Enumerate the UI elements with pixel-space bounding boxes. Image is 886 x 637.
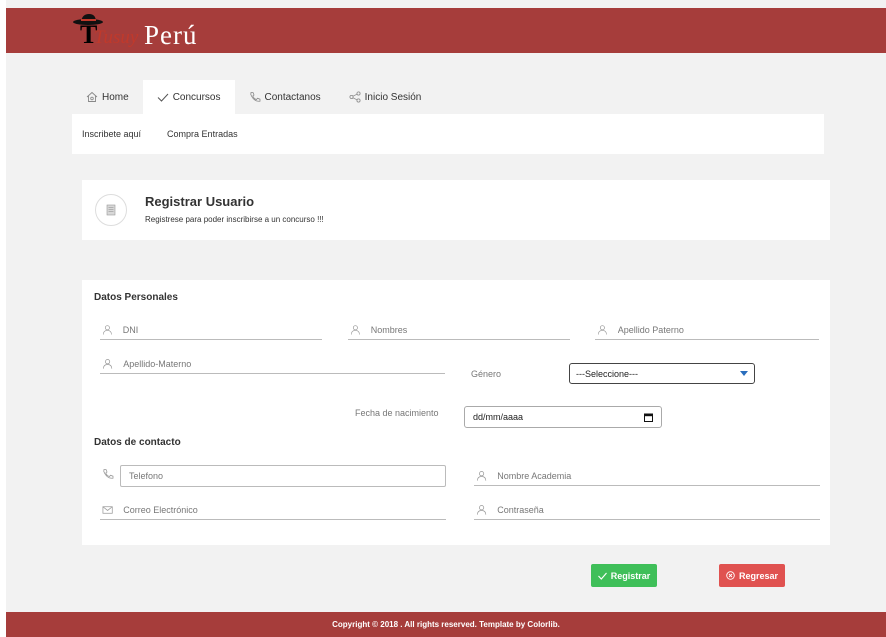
- telefono-field[interactable]: [120, 465, 446, 487]
- tab-home[interactable]: Home: [72, 80, 143, 114]
- apellido-materno-input[interactable]: [123, 358, 445, 369]
- home-icon: [86, 91, 98, 102]
- user-icon: [597, 324, 607, 335]
- nombres-field[interactable]: [348, 320, 570, 340]
- correo-field[interactable]: [100, 500, 446, 520]
- back-button[interactable]: Regresar: [719, 564, 785, 587]
- share-icon: [349, 91, 361, 103]
- section-title-contact: Datos de contacto: [94, 437, 181, 448]
- register-icon-badge: [95, 194, 127, 226]
- page-subtitle: Registrese para poder inscribirse a un c…: [145, 215, 324, 224]
- section-title-personal: Datos Personales: [94, 292, 178, 303]
- fecha-label: Fecha de nacimiento: [355, 408, 439, 418]
- apellido-paterno-input[interactable]: [617, 324, 819, 335]
- tab-concursos[interactable]: Concursos: [142, 80, 235, 114]
- mail-icon: [102, 505, 113, 514]
- footer-copyright: Copyright © 2018 . All rights reserved. …: [332, 620, 560, 629]
- apellido-materno-field[interactable]: [100, 354, 445, 374]
- register-form: Datos Personales Género ---Seleccione---…: [82, 280, 830, 545]
- top-bar: T Tusuy Perú: [6, 8, 886, 53]
- correo-input[interactable]: [123, 504, 446, 515]
- nombres-input[interactable]: [370, 324, 570, 335]
- logo[interactable]: T Tusuy Perú: [72, 12, 232, 50]
- contrasena-field[interactable]: [474, 500, 820, 520]
- page-header: Registrar Usuario Registrese para poder …: [82, 180, 830, 240]
- tab-label: Concursos: [172, 91, 221, 103]
- calendar-icon: [644, 413, 653, 422]
- contrasena-input[interactable]: [497, 504, 820, 515]
- subnav-compra-entradas[interactable]: Compra Entradas: [167, 129, 238, 139]
- fecha-input[interactable]: dd/mm/aaaa: [464, 406, 662, 428]
- logo-word-tusuy: Tusuy: [94, 27, 139, 48]
- page-title: Registrar Usuario: [145, 194, 255, 209]
- sub-navigation: Inscribete aquí Compra Entradas: [72, 114, 824, 154]
- document-icon: [106, 204, 116, 216]
- tab-inicio-sesion[interactable]: Inicio Sesión: [335, 80, 436, 114]
- user-icon: [102, 324, 112, 335]
- footer: Copyright © 2018 . All rights reserved. …: [6, 612, 886, 637]
- main-tabs: Home Concursos Contactanos Inicio Sesión: [72, 80, 435, 114]
- page: T Tusuy Perú Home Concursos Contactanos …: [6, 0, 886, 637]
- user-icon: [477, 470, 487, 481]
- tab-label: Inicio Sesión: [364, 91, 422, 103]
- caret-down-icon: [740, 371, 748, 376]
- telefono-input[interactable]: [129, 471, 445, 481]
- academia-input[interactable]: [497, 470, 820, 481]
- academia-field[interactable]: [474, 466, 820, 486]
- dni-input[interactable]: [122, 324, 322, 335]
- phone-icon: [103, 469, 114, 479]
- user-icon: [350, 324, 360, 335]
- register-button-label: Registrar: [610, 570, 651, 581]
- genero-label: Género: [471, 369, 502, 379]
- phone-icon: [249, 92, 260, 102]
- close-circle-icon: [726, 571, 735, 580]
- back-button-label: Regresar: [738, 570, 779, 581]
- genero-select[interactable]: ---Seleccione---: [569, 363, 755, 384]
- user-icon: [103, 358, 113, 369]
- genero-selected-value: ---Seleccione---: [576, 368, 639, 379]
- register-button[interactable]: Registrar: [591, 564, 657, 587]
- tab-contactanos[interactable]: Contactanos: [235, 80, 335, 114]
- tab-label: Contactanos: [264, 91, 321, 103]
- subnav-inscribete[interactable]: Inscribete aquí: [82, 129, 141, 139]
- tab-label: Home: [102, 91, 129, 103]
- check-icon: [157, 93, 169, 102]
- fecha-placeholder: dd/mm/aaaa: [473, 412, 524, 422]
- check-icon: [597, 572, 607, 580]
- user-icon: [477, 504, 487, 515]
- apellido-paterno-field[interactable]: [595, 320, 819, 340]
- logo-word-peru: Perú: [144, 20, 198, 50]
- dni-field[interactable]: [100, 320, 322, 340]
